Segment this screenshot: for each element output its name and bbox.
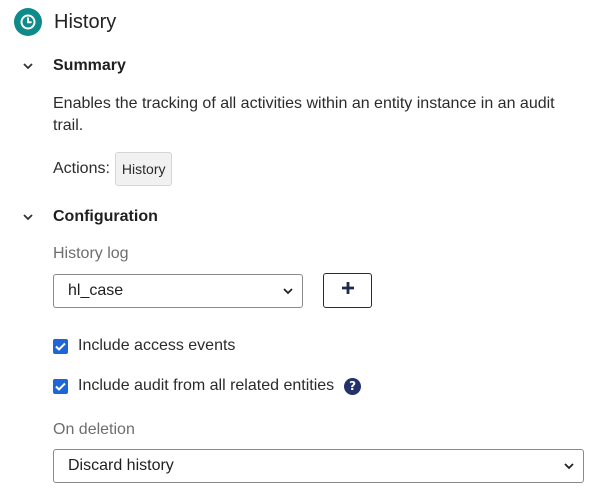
include-audit-related-label: Include audit from all related entities — [78, 377, 335, 394]
history-log-select[interactable]: hl_case — [53, 274, 303, 308]
panel-header: History — [14, 8, 116, 36]
include-audit-related-row: Include audit from all related entities … — [53, 377, 362, 395]
chevron-down-icon — [20, 58, 36, 74]
add-history-log-button[interactable] — [323, 273, 372, 308]
chevron-down-icon — [20, 209, 36, 225]
history-panel: History Summary Enables the tracking of … — [0, 0, 596, 498]
include-access-events-label: Include access events — [78, 337, 236, 354]
help-icon[interactable]: ? — [344, 377, 362, 395]
plus-icon — [341, 281, 355, 300]
include-audit-related-checkbox[interactable] — [53, 378, 68, 394]
include-access-events-row: Include access events — [53, 337, 235, 355]
actions-label: Actions: — [53, 160, 110, 177]
configuration-title: Configuration — [53, 208, 158, 225]
on-deletion-value: Discard history — [68, 457, 174, 474]
chevron-down-icon — [563, 457, 575, 475]
history-log-label: History log — [53, 245, 129, 262]
summary-title: Summary — [53, 57, 126, 74]
chevron-down-icon — [282, 282, 294, 300]
page-title: History — [54, 10, 117, 33]
summary-description: Enables the tracking of all activities w… — [53, 95, 555, 134]
action-chip-history[interactable]: History — [114, 152, 173, 186]
clock-icon — [14, 8, 42, 36]
on-deletion-label: On deletion — [53, 421, 135, 438]
on-deletion-select[interactable]: Discard history — [53, 449, 584, 483]
summary-section-toggle[interactable]: Summary — [20, 57, 126, 75]
history-log-value: hl_case — [68, 282, 124, 299]
actions-row: Actions: History — [53, 152, 173, 186]
include-access-events-checkbox[interactable] — [53, 338, 68, 354]
configuration-section-toggle[interactable]: Configuration — [20, 208, 158, 226]
